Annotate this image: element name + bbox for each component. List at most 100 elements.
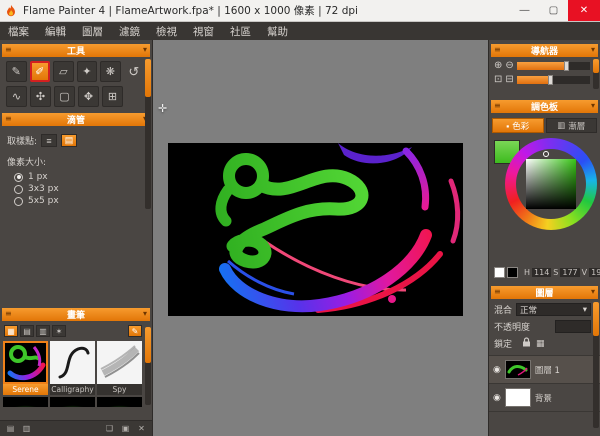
panel-collapse-icon[interactable]: ▾ (143, 309, 147, 318)
opacity-input[interactable] (555, 320, 591, 333)
view-list-button[interactable]: ▤ (4, 423, 17, 435)
brush-item-serene[interactable]: Serene (3, 341, 48, 395)
brush-grid-view-button[interactable]: ▦ (4, 325, 18, 337)
minimize-button[interactable]: — (510, 0, 539, 21)
menu-item-view[interactable]: 檢視 (148, 22, 185, 40)
tab-color[interactable]: ▪ 色彩 (492, 118, 544, 133)
view-grid-button[interactable]: ▥ (20, 423, 33, 435)
brush-edit-button[interactable]: ✎ (128, 325, 142, 337)
panel-menu-icon[interactable]: ≡ (494, 45, 501, 54)
brush-large-view-button[interactable]: ▥ (36, 325, 50, 337)
brush-list-view-button[interactable]: ▤ (20, 325, 34, 337)
panel-collapse-icon[interactable]: ▾ (591, 287, 595, 296)
radio-selected[interactable] (14, 173, 23, 182)
radio-unselected[interactable] (14, 197, 23, 206)
brush-item-partial[interactable] (97, 397, 142, 407)
menu-item-file[interactable]: 檔案 (0, 22, 37, 40)
pixel-size-3x3-option[interactable]: 3x3 px (0, 182, 152, 194)
brush-item-spy[interactable]: Spy (97, 341, 142, 395)
brush-favorites-button[interactable]: ✶ (52, 325, 66, 337)
brush-thumbnails-next-row (0, 395, 152, 407)
navigator-scrollbar-thumb[interactable] (593, 59, 599, 73)
brush-item-partial[interactable] (3, 397, 48, 407)
hue-wheel[interactable] (505, 138, 597, 230)
layers-scrollbar-thumb[interactable] (593, 302, 599, 336)
brush-icon: ✎ (12, 65, 21, 78)
menu-item-help[interactable]: 幫助 (259, 22, 296, 40)
white-swatch[interactable] (494, 267, 505, 278)
zoom-row: ⊕ ⊖ (489, 57, 600, 71)
menu-item-filter[interactable]: 濾鏡 (111, 22, 148, 40)
zoom-actual-button[interactable]: ⊡ (494, 75, 502, 85)
panel-menu-icon[interactable]: ≡ (494, 101, 501, 110)
pen-tool-button[interactable]: ✐ (30, 61, 51, 82)
panel-collapse-icon[interactable]: ▾ (591, 101, 595, 110)
new-brush-button[interactable]: ❑ (103, 423, 116, 435)
layer-row-background[interactable]: ◉ 背景 (489, 384, 600, 412)
pixel-size-5x5-option[interactable]: 5x5 px (0, 194, 152, 206)
visibility-eye-icon[interactable]: ◉ (493, 364, 501, 375)
layer-thumbnail (505, 388, 531, 407)
canvas-document[interactable] (168, 143, 463, 316)
secondary-slider-knob[interactable] (548, 75, 553, 85)
radio-unselected[interactable] (14, 185, 23, 194)
crop-tool-button[interactable]: ⊞ (102, 86, 123, 107)
brushes-scrollbar[interactable] (145, 327, 151, 405)
maximize-button[interactable]: ▢ (539, 0, 568, 21)
panel-menu-icon[interactable]: ≡ (5, 114, 12, 123)
close-button[interactable]: ✕ (568, 0, 600, 21)
navigator-scrollbar[interactable] (593, 59, 599, 89)
black-swatch[interactable] (507, 267, 518, 278)
s-value[interactable]: 177 (560, 268, 579, 277)
airbrush-tool-button[interactable]: ❋ (100, 61, 121, 82)
color-marker[interactable] (543, 151, 549, 157)
tab-gradient[interactable]: ▥ 漸層 (546, 118, 598, 133)
lock-icon[interactable] (522, 337, 531, 350)
brush-edit-icon: ✎ (132, 327, 139, 336)
saturation-value-square[interactable] (526, 159, 576, 209)
panel-collapse-icon[interactable]: ▾ (591, 45, 595, 54)
layers-scrollbar[interactable] (593, 302, 599, 428)
panel-menu-icon[interactable]: ≡ (5, 309, 12, 318)
reset-button[interactable]: ↺ (124, 61, 144, 82)
zoom-fit-button[interactable]: ⊟ (505, 75, 513, 85)
sample-merged-button[interactable]: ▤ (61, 134, 77, 147)
panel-collapse-icon[interactable]: ▾ (143, 45, 147, 54)
menu-item-window[interactable]: 視窗 (185, 22, 222, 40)
eraser-tool-button[interactable]: ▱ (53, 61, 74, 82)
fill-tool-button[interactable]: ✦ (77, 61, 98, 82)
navigator-panel-header: ≡ 導航器 ▾ (491, 44, 598, 57)
transparency-lock-icon[interactable]: ▦ (536, 339, 545, 349)
panel-menu-icon[interactable]: ≡ (494, 287, 501, 296)
brush-tool-button[interactable]: ✎ (6, 61, 27, 82)
zoom-slider-knob[interactable] (564, 61, 569, 71)
blend-mode-dropdown[interactable]: 正常 ▾ (516, 303, 591, 316)
canvas-workspace[interactable]: ✛ (153, 40, 488, 436)
brush-folder-button[interactable]: ▣ (119, 423, 132, 435)
zoom-slider[interactable] (517, 62, 590, 70)
menu-item-edit[interactable]: 編輯 (37, 22, 74, 40)
menu-item-layer[interactable]: 圖層 (74, 22, 111, 40)
layer-row-1[interactable]: ◉ 圖層 1 (489, 356, 600, 384)
zoom-out-button[interactable]: ⊖ (505, 61, 513, 71)
select-tool-button[interactable]: ▢ (54, 86, 75, 107)
scatter-tool-button[interactable]: ✣ (30, 86, 51, 107)
reset-icon: ↺ (128, 64, 139, 80)
h-value[interactable]: 114 (532, 268, 551, 277)
tools-scrollbar-thumb[interactable] (145, 59, 151, 97)
zoom-in-button[interactable]: ⊕ (494, 61, 502, 71)
brush-item-partial[interactable] (50, 397, 95, 407)
menu-item-community[interactable]: 社區 (222, 22, 259, 40)
pixel-size-1px-option[interactable]: 1 px (0, 170, 152, 182)
visibility-eye-icon[interactable]: ◉ (493, 392, 501, 403)
delete-brush-button[interactable]: ✕ (135, 423, 148, 435)
v-value[interactable]: 197 (589, 268, 600, 277)
secondary-slider[interactable] (517, 76, 590, 84)
sample-single-layer-button[interactable]: ≡ (41, 134, 57, 147)
brushes-scrollbar-thumb[interactable] (145, 327, 151, 363)
tools-scrollbar[interactable] (145, 59, 151, 209)
transform-tool-button[interactable]: ✥ (78, 86, 99, 107)
panel-menu-icon[interactable]: ≡ (5, 45, 12, 54)
curve-tool-button[interactable]: ∿ (6, 86, 27, 107)
brush-item-calligraphy[interactable]: Calligraphy (50, 341, 95, 395)
